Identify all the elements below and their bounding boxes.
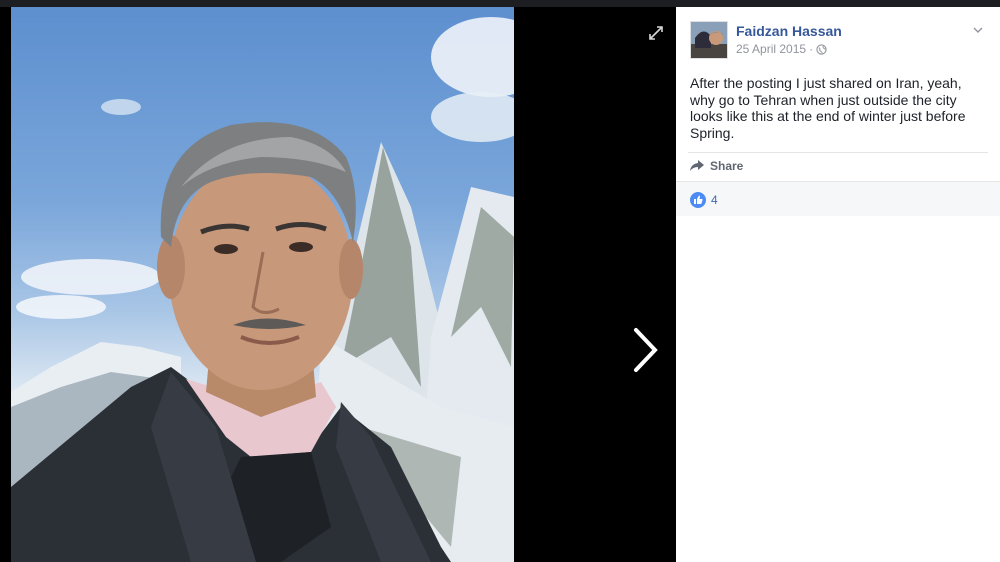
author-avatar[interactable] (690, 21, 728, 59)
share-button[interactable]: Share (690, 159, 743, 173)
browser-top-strip (0, 0, 1000, 7)
post-message: After the posting I just shared on Iran,… (690, 75, 966, 141)
share-label: Share (710, 159, 744, 173)
like-count-link[interactable]: 4 (690, 192, 718, 208)
reactions-bar: 4 (676, 181, 1000, 216)
divider (688, 152, 988, 153)
expand-icon[interactable] (648, 25, 664, 41)
chevron-down-icon[interactable] (972, 23, 984, 35)
share-arrow-icon (690, 160, 704, 171)
photo-viewer (0, 7, 676, 562)
author-name[interactable]: Faidzan Hassan (736, 23, 842, 39)
post-date[interactable]: 25 April 2015 (736, 42, 806, 56)
post-photo (11, 7, 514, 562)
next-photo-button[interactable] (628, 325, 662, 375)
like-count: 4 (711, 193, 718, 207)
post-meta: 25 April 2015 · (736, 42, 827, 56)
chevron-right-icon (634, 328, 658, 372)
photo-illustration (11, 17, 514, 562)
post-details-panel: Faidzan Hassan 25 April 2015 · After the… (676, 7, 1000, 562)
meta-separator: · (809, 42, 814, 56)
globe-icon[interactable] (816, 43, 827, 55)
thumbs-up-icon (690, 192, 706, 208)
